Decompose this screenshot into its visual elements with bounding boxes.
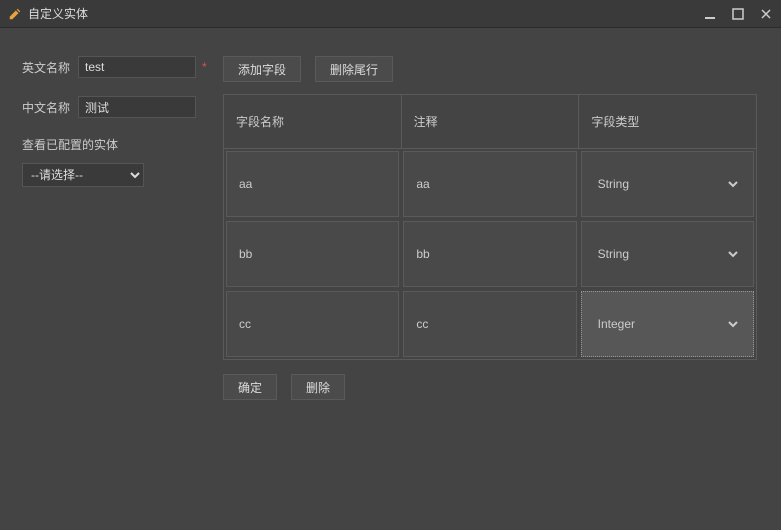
table-row: cccc StringInteger: [224, 289, 756, 359]
cell-field-name[interactable]: bb: [226, 221, 399, 287]
table-header: 字段名称 注释 字段类型: [224, 95, 756, 149]
left-column: 英文名称 * 中文名称 查看已配置的实体 --请选择--: [22, 56, 217, 400]
cn-name-label: 中文名称: [22, 99, 78, 116]
field-type-select[interactable]: StringInteger: [594, 176, 741, 192]
bottom-button-row: 确定 删除: [223, 374, 759, 400]
cell-comment[interactable]: aa: [403, 151, 576, 217]
entity-select[interactable]: --请选择--: [22, 163, 144, 187]
cn-name-input[interactable]: [78, 96, 196, 118]
col-field-name: 字段名称: [224, 95, 402, 148]
cell-field-name[interactable]: cc: [226, 291, 399, 357]
en-name-row: 英文名称 *: [22, 56, 217, 78]
cell-comment[interactable]: bb: [403, 221, 576, 287]
confirm-button[interactable]: 确定: [223, 374, 277, 400]
table-body: aaaa StringInteger bbbb StringInteger cccc St…: [224, 149, 756, 359]
delete-button[interactable]: 删除: [291, 374, 345, 400]
right-column: 添加字段 删除尾行 字段名称 注释 字段类型 aaaa StringInteger…: [217, 56, 759, 400]
entity-list-label: 查看已配置的实体: [22, 136, 217, 153]
en-name-label: 英文名称: [22, 59, 78, 76]
cell-field-type[interactable]: StringInteger: [581, 291, 754, 357]
en-name-input[interactable]: [78, 56, 196, 78]
col-field-type: 字段类型: [579, 95, 756, 148]
table-row: aaaa StringInteger: [224, 149, 756, 219]
cell-field-type[interactable]: StringInteger: [581, 151, 754, 217]
fields-table: 字段名称 注释 字段类型 aaaa StringInteger bbbb String…: [223, 94, 757, 360]
maximize-button[interactable]: [731, 7, 745, 21]
window-controls: [703, 7, 773, 21]
cell-field-name[interactable]: aa: [226, 151, 399, 217]
table-row: bbbb StringInteger: [224, 219, 756, 289]
close-button[interactable]: [759, 7, 773, 21]
col-comment: 注释: [402, 95, 580, 148]
content-area: 英文名称 * 中文名称 查看已配置的实体 --请选择-- 添加字段 删除尾行 字…: [0, 28, 781, 428]
titlebar: 自定义实体: [0, 0, 781, 28]
field-type-select[interactable]: StringInteger: [594, 316, 741, 332]
add-field-button[interactable]: 添加字段: [223, 56, 301, 82]
window-title: 自定义实体: [28, 5, 703, 22]
minimize-button[interactable]: [703, 7, 717, 21]
field-type-select[interactable]: StringInteger: [594, 246, 741, 262]
required-asterisk: *: [202, 60, 207, 74]
pencil-icon: [8, 7, 22, 21]
cn-name-row: 中文名称: [22, 96, 217, 118]
cell-field-type[interactable]: StringInteger: [581, 221, 754, 287]
delete-tail-button[interactable]: 删除尾行: [315, 56, 393, 82]
field-button-row: 添加字段 删除尾行: [223, 56, 759, 82]
cell-comment[interactable]: cc: [403, 291, 576, 357]
